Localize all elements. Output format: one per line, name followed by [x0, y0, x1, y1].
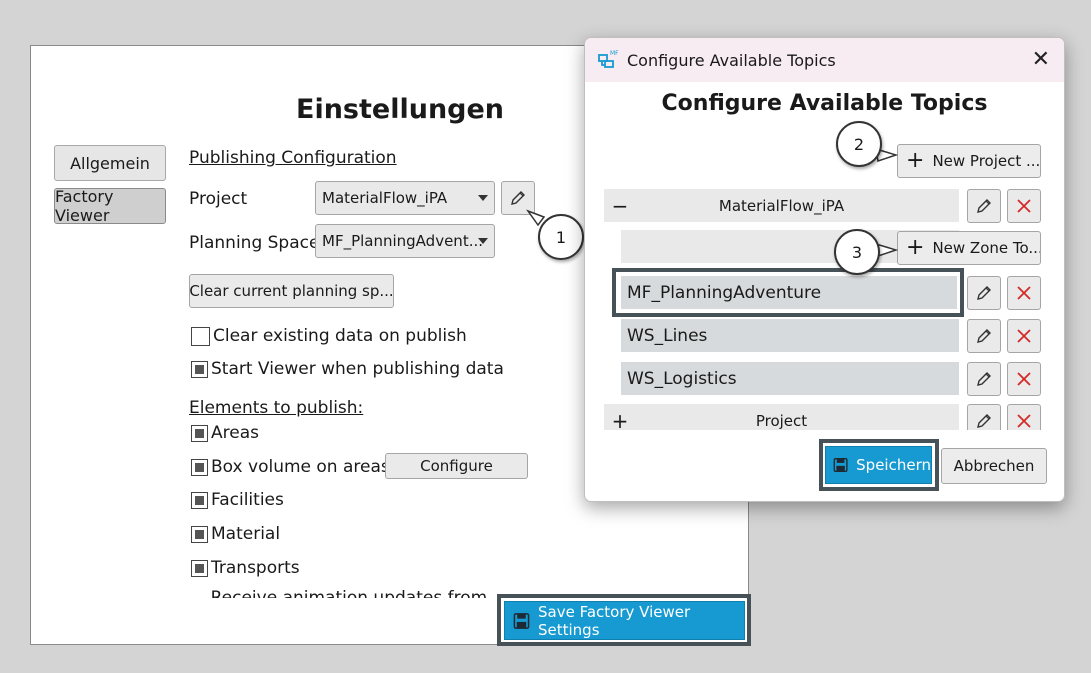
close-x-icon — [1017, 414, 1031, 428]
save-settings-label: Save Factory Viewer Settings — [537, 602, 691, 639]
close-x-icon — [1017, 286, 1031, 300]
element-receive-animation-clip: Receive animation updates from Vie — [191, 586, 511, 598]
new-project-button[interactable]: + New Project ... — [897, 144, 1041, 178]
project-group-project[interactable]: + Project — [604, 404, 959, 430]
chevron-down-icon — [478, 238, 488, 244]
plus-icon: + — [906, 148, 925, 173]
element-box-volume[interactable]: Box volume on areas — [191, 457, 390, 477]
new-zone-topic-button[interactable]: + New Zone To... — [897, 231, 1041, 265]
nav-factory-viewer-button[interactable]: Factory Viewer — [54, 187, 166, 225]
topics-scroll-clip: + Project — [604, 404, 1044, 430]
close-x-icon — [1017, 199, 1031, 213]
floppy-disk-icon — [833, 458, 848, 472]
close-icon[interactable]: ✕ — [1032, 48, 1050, 70]
pencil-icon — [977, 286, 991, 300]
settings-title: Einstellungen — [296, 94, 505, 125]
element-areas[interactable]: Areas — [191, 423, 259, 443]
project-group-materialflow[interactable]: − MaterialFlow_iPA — [604, 189, 959, 222]
pencil-icon — [977, 329, 991, 343]
option-label: Clear existing data on publish — [213, 326, 467, 346]
speichern-button[interactable]: Speichern — [825, 446, 932, 484]
chevron-down-icon — [478, 195, 488, 201]
planning-space-select-value: MF_PlanningAdvent... — [322, 232, 484, 250]
publishing-configuration-header: Publishing Configuration — [189, 148, 397, 168]
project-group-name: MaterialFlow_iPA — [718, 196, 845, 215]
element-receive-animation[interactable]: Receive animation updates from Vie — [191, 588, 511, 598]
configure-topics-dialog: MF Configure Available Topics ✕ Configur… — [584, 37, 1065, 502]
element-facilities[interactable]: Facilities — [191, 490, 284, 510]
plus-icon: + — [906, 235, 925, 260]
elements-to-publish-header: Elements to publish: — [189, 398, 364, 418]
expand-icon[interactable]: + — [604, 409, 636, 431]
checkbox[interactable] — [191, 424, 208, 442]
delete-project-group-button[interactable] — [1007, 404, 1041, 430]
zone-item-label: WS_Logistics — [627, 368, 737, 389]
checkbox[interactable] — [191, 360, 208, 378]
element-label: Box volume on areas — [211, 457, 390, 477]
pencil-icon — [977, 199, 991, 213]
option-label: Start Viewer when publishing data — [211, 359, 504, 379]
element-label: Transports — [211, 558, 300, 578]
dialog-window-title: Configure Available Topics — [627, 50, 836, 70]
checkbox[interactable] — [191, 525, 208, 543]
checkbox[interactable] — [191, 458, 208, 476]
element-label: Facilities — [211, 490, 284, 510]
element-material[interactable]: Material — [191, 524, 280, 544]
delete-zone-button[interactable] — [1007, 276, 1041, 310]
delete-project-group-button[interactable] — [1007, 189, 1041, 223]
pencil-icon — [977, 414, 991, 428]
delete-zone-button[interactable] — [1007, 362, 1041, 396]
nav-allgemein-button[interactable]: Allgemein — [54, 145, 166, 181]
zone-item-label: MF_PlanningAdventure — [627, 282, 822, 303]
pencil-icon — [511, 191, 525, 205]
new-project-label: New Project ... — [932, 152, 1041, 170]
element-label: Areas — [211, 423, 259, 443]
configure-button[interactable]: Configure — [385, 453, 528, 479]
zone-item-ws-lines[interactable]: WS_Lines — [621, 319, 959, 352]
zone-item-ws-logistics[interactable]: WS_Logistics — [621, 362, 959, 395]
planning-space-select[interactable]: MF_PlanningAdvent... — [315, 224, 495, 258]
abbrechen-button[interactable]: Abbrechen — [941, 448, 1047, 484]
close-x-icon — [1017, 329, 1031, 343]
option-clear-existing-data[interactable]: Clear existing data on publish — [191, 326, 467, 346]
zone-item-label: WS_Lines — [627, 325, 708, 346]
floppy-disk-icon — [513, 612, 530, 629]
edit-zone-button[interactable] — [967, 276, 1001, 310]
dialog-titlebar: MF Configure Available Topics — [585, 38, 1064, 82]
mf-app-icon: MF — [598, 50, 619, 68]
delete-zone-button[interactable] — [1007, 319, 1041, 353]
checkbox[interactable] — [191, 491, 208, 509]
collapse-icon[interactable]: − — [604, 194, 636, 218]
svg-text:MF: MF — [610, 50, 619, 57]
element-label: Material — [211, 524, 281, 544]
planning-space-label: Planning Space — [189, 233, 320, 253]
edit-project-group-button[interactable] — [967, 404, 1001, 430]
element-label: Receive animation updates from Vie — [210, 588, 488, 598]
dialog-heading: Configure Available Topics — [661, 91, 988, 116]
zone-item-mf-planningadventure[interactable]: MF_PlanningAdventure — [621, 276, 957, 309]
callout-3: 3 — [834, 229, 880, 275]
project-label: Project — [189, 189, 248, 209]
checkbox[interactable] — [191, 326, 210, 346]
checkbox[interactable] — [191, 559, 208, 577]
edit-zone-button[interactable] — [967, 319, 1001, 353]
option-start-viewer[interactable]: Start Viewer when publishing data — [191, 359, 504, 379]
new-zone-label: New Zone To... — [932, 239, 1041, 257]
project-select[interactable]: MaterialFlow_iPA — [315, 181, 495, 215]
project-select-value: MaterialFlow_iPA — [322, 189, 448, 207]
edit-project-group-button[interactable] — [967, 189, 1001, 223]
element-transports[interactable]: Transports — [191, 558, 300, 578]
save-factory-viewer-settings-button[interactable]: Save Factory Viewer Settings — [504, 601, 745, 640]
speichern-label: Speichern — [856, 456, 931, 474]
clear-planning-space-button[interactable]: Clear current planning sp... — [189, 274, 394, 308]
close-x-icon — [1017, 372, 1031, 386]
pencil-icon — [977, 372, 991, 386]
callout-1: 1 — [538, 214, 584, 260]
edit-zone-button[interactable] — [967, 362, 1001, 396]
project-group-name: Project — [755, 411, 808, 430]
callout-2: 2 — [836, 121, 882, 167]
